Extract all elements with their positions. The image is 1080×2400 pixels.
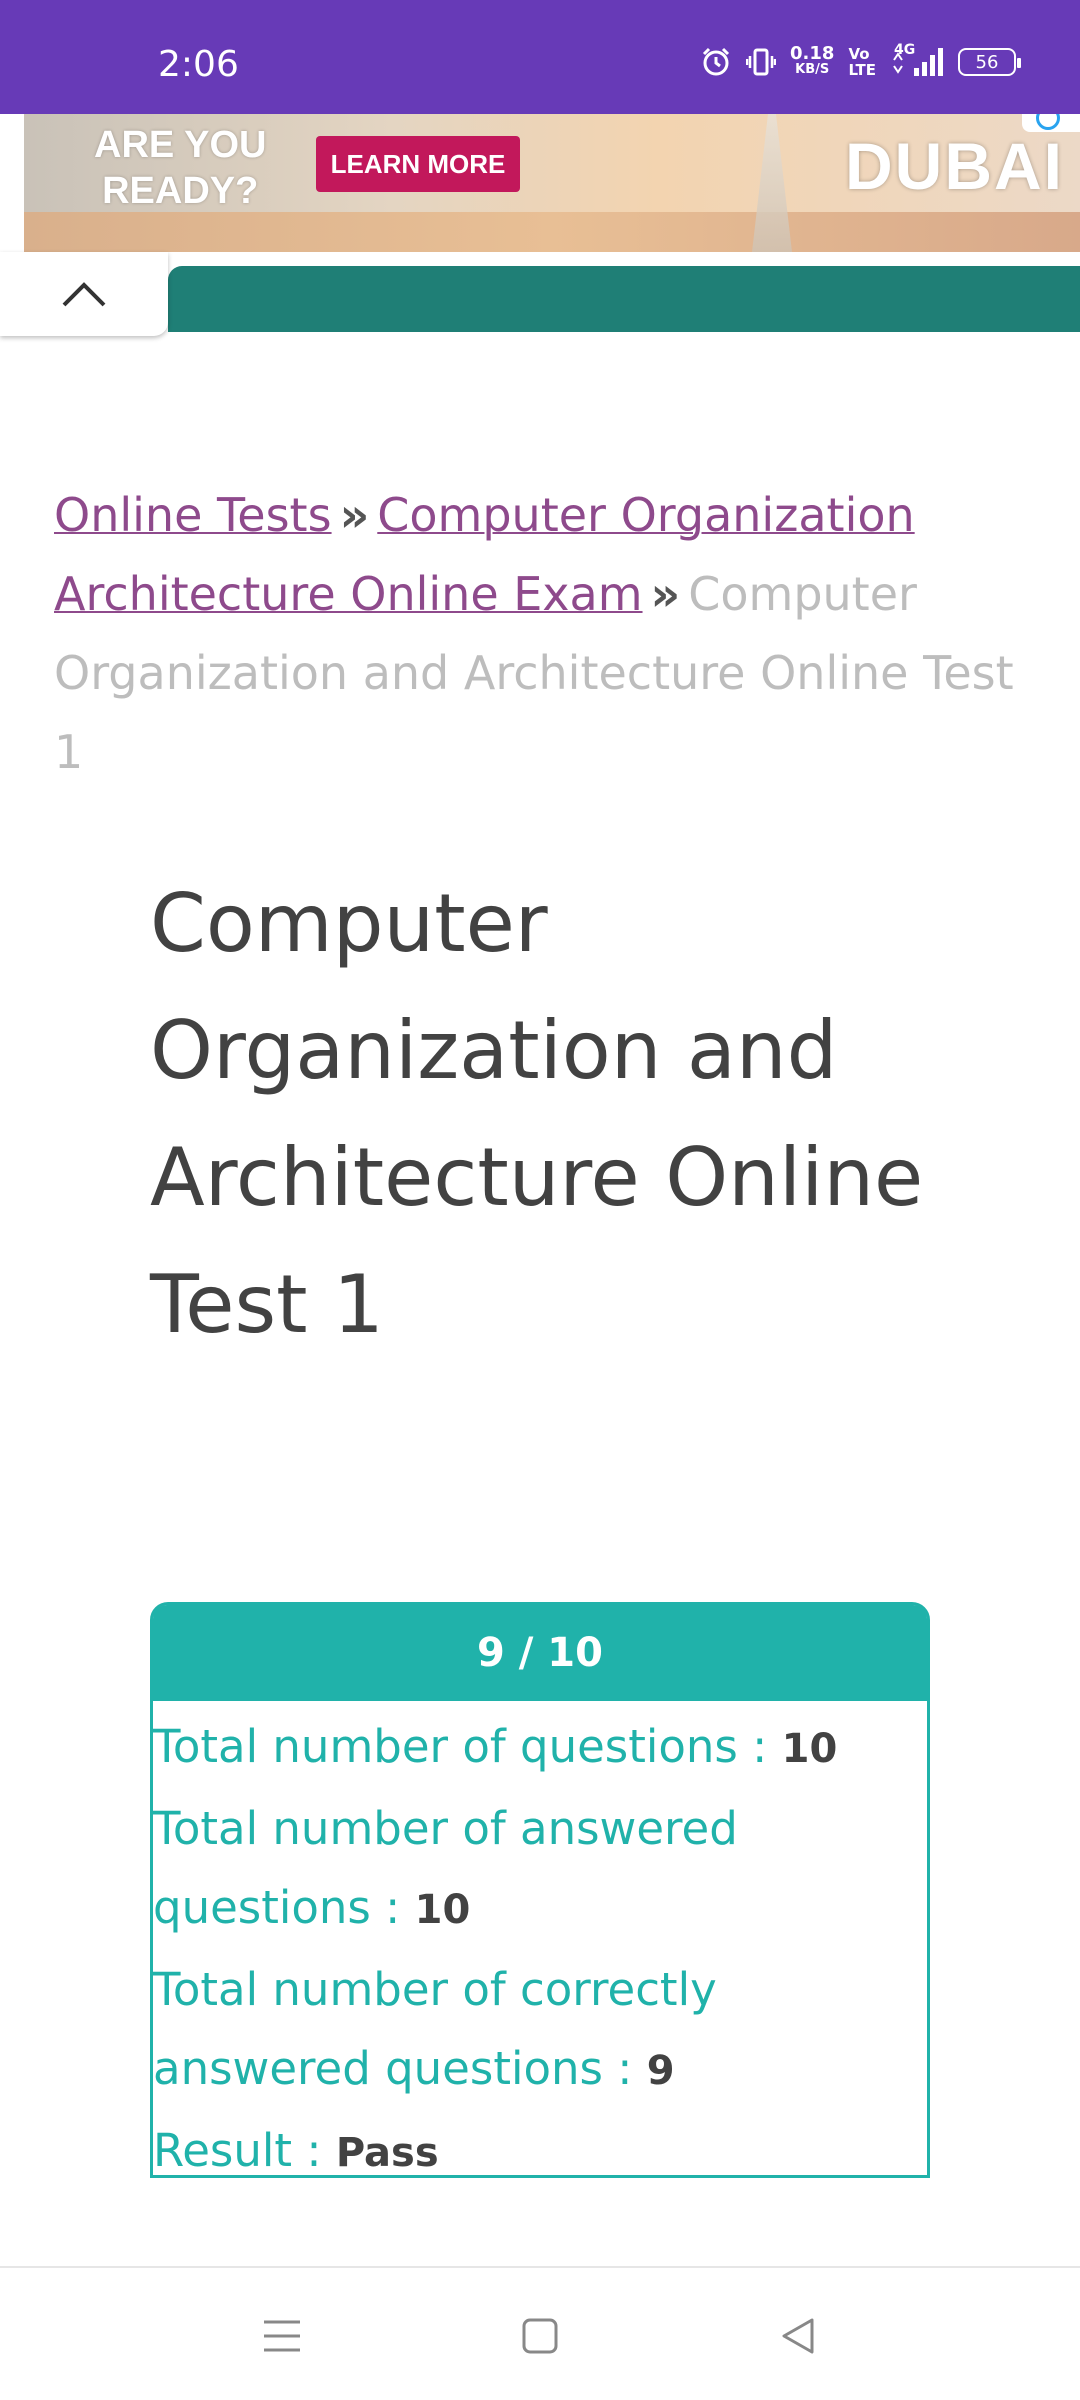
result-value: Pass — [335, 2130, 439, 2176]
breadcrumb-separator: » — [650, 567, 681, 621]
status-time: 2:06 — [158, 44, 239, 85]
result-details: Total number of questions : 10 Total num… — [153, 1701, 927, 2193]
breadcrumb-separator: » — [339, 488, 370, 542]
breadcrumb: Online Tests» Computer Organization Archi… — [54, 476, 1044, 792]
ad-beach-background — [24, 212, 1080, 252]
alarm-icon — [700, 46, 732, 78]
ad-headline-line1: ARE YOU — [94, 124, 267, 166]
network-speed-unit: KB/S — [795, 62, 830, 77]
status-bar: 2:06 0.18 KB/S Vo LTE 4G 56 — [0, 0, 1080, 114]
signal-icon: 4G — [890, 42, 944, 78]
network-speed-value: 0.18 — [790, 43, 835, 64]
volte-top-label: Vo — [848, 45, 870, 63]
ad-headline: ARE YOU READY? — [94, 122, 266, 214]
result-score: 9 / 10 — [153, 1605, 927, 1701]
network-type-label: 4G — [894, 42, 916, 58]
ad-tower-graphic — [752, 114, 792, 252]
result-row-result: Result : Pass — [153, 2111, 927, 2193]
ad-choices-badge[interactable] — [1022, 114, 1080, 132]
battery-level: 56 — [975, 51, 999, 73]
site-header-bar — [168, 266, 1080, 332]
result-label: Total number of questions : — [153, 1720, 782, 1773]
recent-apps-button[interactable] — [252, 2306, 312, 2366]
ad-headline-line2: READY? — [102, 170, 259, 212]
home-square-icon — [522, 2318, 558, 2354]
back-button[interactable] — [768, 2306, 828, 2366]
result-row-answered-questions: Total number of answered questions : 10 — [153, 1789, 927, 1950]
battery-icon: 56 — [958, 48, 1021, 76]
ad-banner[interactable]: ARE YOU READY? LEARN MORE DUBAI — [24, 114, 1080, 252]
vibrate-icon — [746, 46, 777, 78]
chevron-up-icon — [62, 282, 106, 307]
collapse-ad-button[interactable] — [0, 252, 168, 336]
volte-bottom-label: LTE — [848, 61, 876, 79]
status-icons: 0.18 KB/S Vo LTE 4G 56 — [700, 42, 1021, 78]
page-title: Computer Organization and Architecture O… — [150, 877, 924, 1351]
ad-learn-more-button[interactable]: LEARN MORE — [316, 136, 520, 192]
result-value: 10 — [414, 1887, 471, 1933]
network-speed: 0.18 KB/S — [790, 43, 835, 78]
menu-icon — [264, 2320, 300, 2352]
result-value: 10 — [781, 1726, 838, 1772]
ad-brand-logo: DUBAI — [845, 129, 1064, 203]
result-row-total-questions: Total number of questions : 10 — [153, 1707, 927, 1789]
result-card: 9 / 10 Total number of questions : 10 To… — [150, 1602, 930, 2178]
ad-choices-icon[interactable] — [1036, 114, 1060, 130]
home-button[interactable] — [510, 2306, 570, 2366]
result-value: 9 — [646, 2048, 675, 2094]
breadcrumb-link-online-tests[interactable]: Online Tests — [54, 488, 332, 542]
result-row-correct-answers: Total number of correctly answered quest… — [153, 1950, 927, 2111]
result-label: Total number of correctly answered quest… — [153, 1963, 717, 2095]
volte-indicator: Vo LTE — [848, 46, 876, 78]
system-nav-bar — [0, 2268, 1080, 2400]
result-label: Result : — [153, 2124, 336, 2177]
back-triangle-icon — [782, 2318, 814, 2354]
